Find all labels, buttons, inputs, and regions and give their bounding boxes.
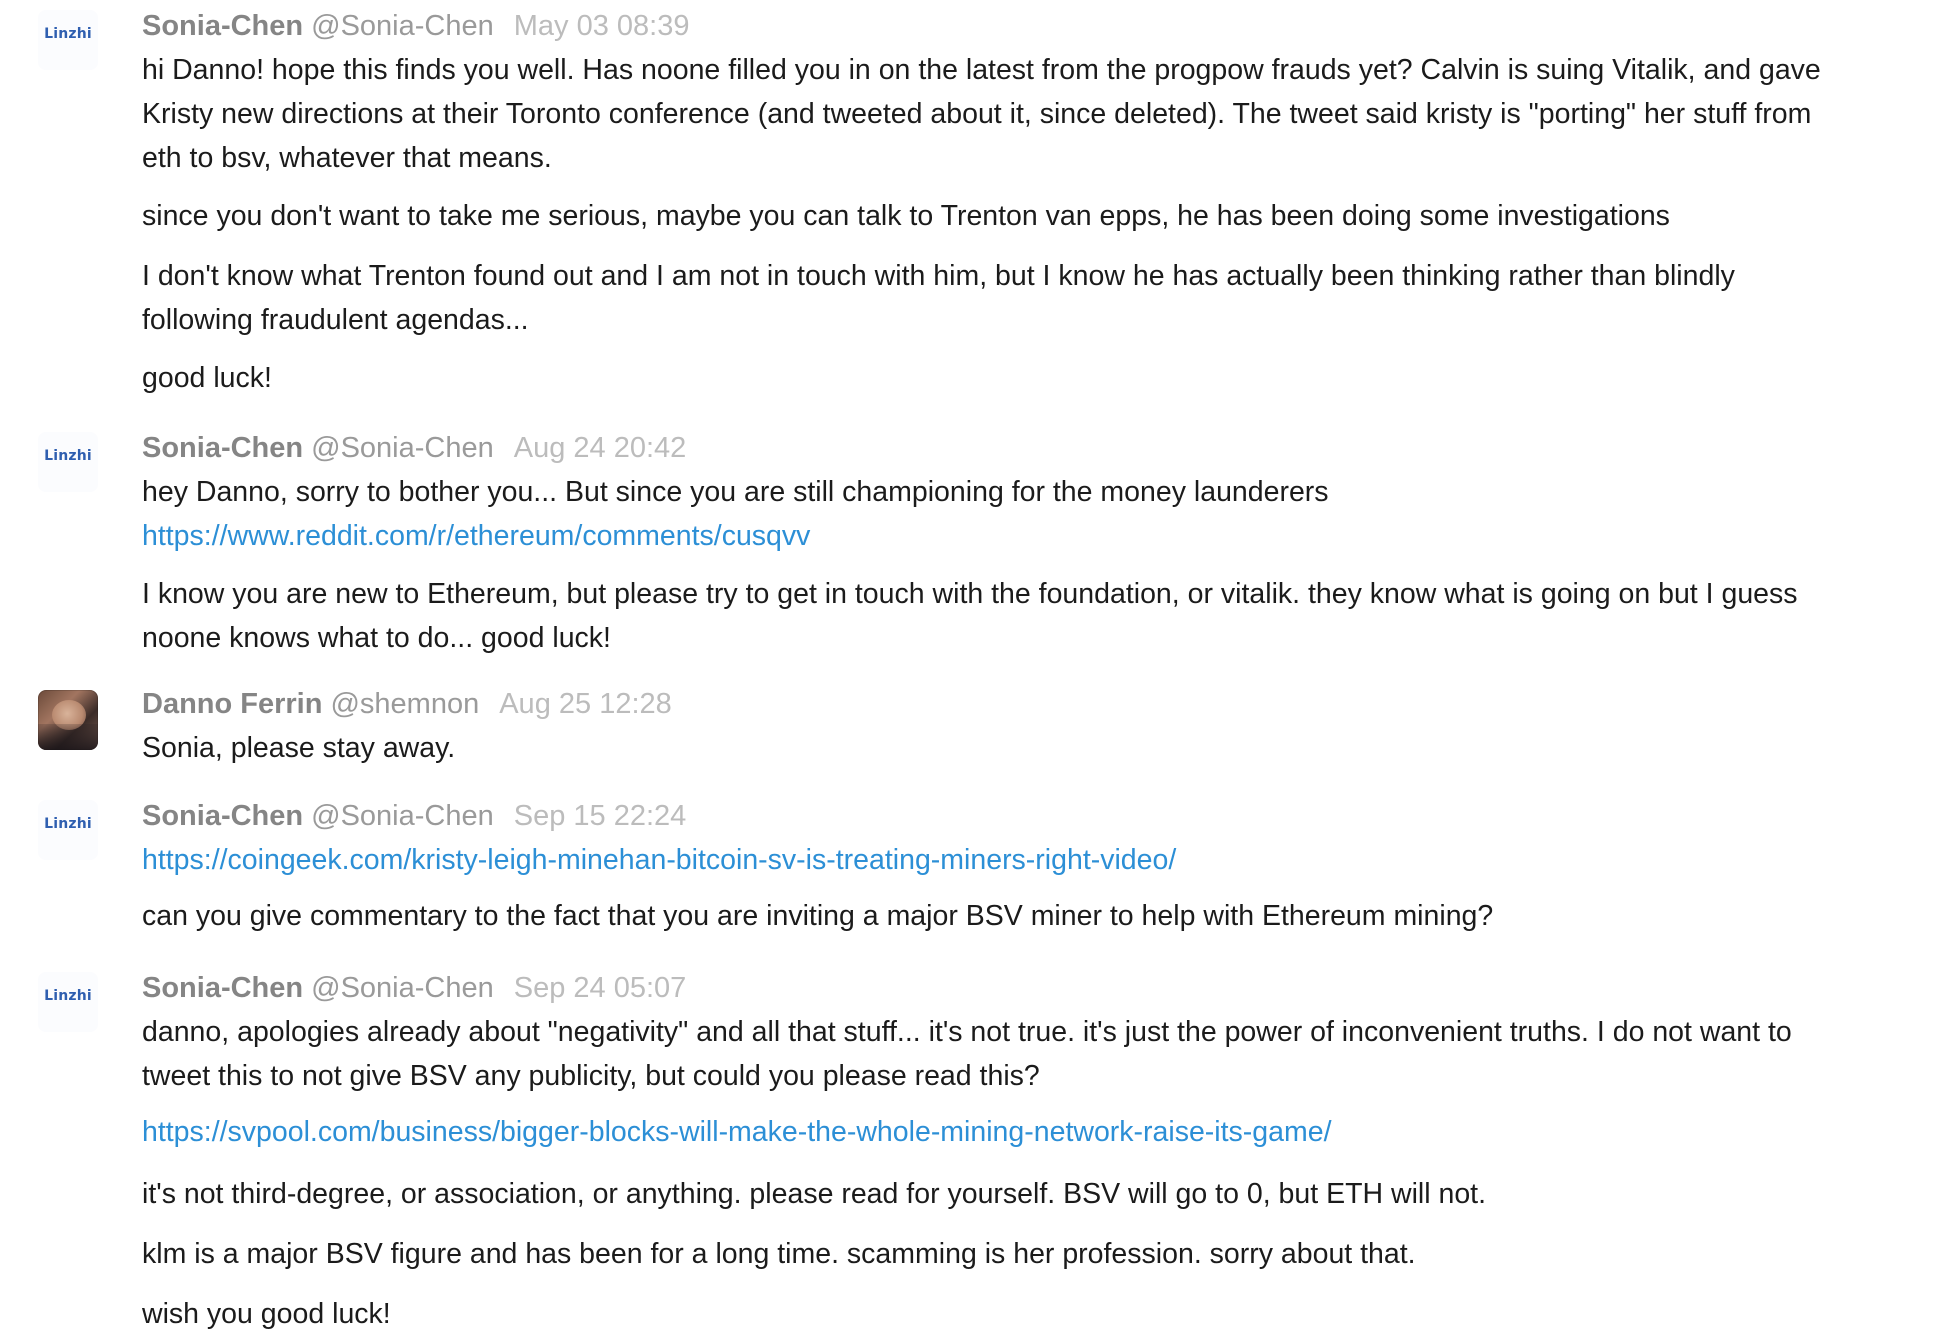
author-handle[interactable]: @shemnon xyxy=(330,688,479,720)
message-text: noone knows what to do... good luck! xyxy=(142,622,611,654)
message-header: Sonia-Chen @Sonia-Chen Sep 15 22:24 xyxy=(142,796,686,836)
author-handle[interactable]: @Sonia-Chen xyxy=(311,10,494,42)
message-text: wish you good luck! xyxy=(142,1298,391,1330)
avatar-logo-text: Linzhi xyxy=(44,26,92,42)
message-text: I don't know what Trenton found out and … xyxy=(142,260,1735,292)
avatar[interactable]: Linzhi xyxy=(38,800,98,860)
message-text: it's not third-degree, or association, o… xyxy=(142,1178,1487,1210)
avatar-logo-text: Linzhi xyxy=(44,448,92,464)
message-text: can you give commentary to the fact that… xyxy=(142,900,1494,932)
avatar[interactable] xyxy=(38,690,98,750)
message-text: klm is a major BSV figure and has been f… xyxy=(142,1238,1416,1270)
message-text: I know you are new to Ethereum, but plea… xyxy=(142,578,1798,610)
avatar[interactable]: Linzhi xyxy=(38,432,98,492)
message-text: Kristy new directions at their Toronto c… xyxy=(142,98,1812,130)
timestamp: Sep 15 22:24 xyxy=(513,800,687,832)
message-header: Sonia-Chen @Sonia-Chen Sep 24 05:07 xyxy=(142,968,686,1008)
timestamp: Sep 24 05:07 xyxy=(513,972,687,1004)
avatar-photo-shade xyxy=(38,724,98,750)
message-link[interactable]: https://www.reddit.com/r/ethereum/commen… xyxy=(142,516,810,556)
message-link[interactable]: https://coingeek.com/kristy-leigh-mineha… xyxy=(142,840,1176,880)
message-header: Sonia-Chen @Sonia-Chen Aug 24 20:42 xyxy=(142,428,686,468)
timestamp: Aug 25 12:28 xyxy=(499,688,672,720)
author-name[interactable]: Sonia-Chen xyxy=(142,432,303,464)
message-text: eth to bsv, whatever that means. xyxy=(142,142,552,174)
avatar[interactable]: Linzhi xyxy=(38,10,98,70)
avatar-logo-text: Linzhi xyxy=(44,988,92,1004)
message-text: hi Danno! hope this finds you well. Has … xyxy=(142,54,1821,86)
author-name[interactable]: Sonia-Chen xyxy=(142,800,303,832)
message-text: Sonia, please stay away. xyxy=(142,732,456,764)
author-name[interactable]: Sonia-Chen xyxy=(142,972,303,1004)
author-handle[interactable]: @Sonia-Chen xyxy=(311,432,494,464)
timestamp: Aug 24 20:42 xyxy=(513,432,687,464)
avatar[interactable]: Linzhi xyxy=(38,972,98,1032)
author-name[interactable]: Danno Ferrin xyxy=(142,688,322,720)
avatar-logo-text: Linzhi xyxy=(44,816,92,832)
message-text: tweet this to not give BSV any publicity… xyxy=(142,1060,1040,1092)
timestamp: May 03 08:39 xyxy=(513,10,690,42)
message-header: Danno Ferrin @shemnon Aug 25 12:28 xyxy=(142,684,672,724)
author-handle[interactable]: @Sonia-Chen xyxy=(311,800,494,832)
message-text: hey Danno, sorry to bother you... But si… xyxy=(142,476,1329,508)
message-text: good luck! xyxy=(142,362,272,394)
author-handle[interactable]: @Sonia-Chen xyxy=(311,972,494,1004)
message-header: Sonia-Chen @Sonia-Chen May 03 08:39 xyxy=(142,6,689,46)
message-link[interactable]: https://svpool.com/business/bigger-block… xyxy=(142,1112,1332,1152)
author-name[interactable]: Sonia-Chen xyxy=(142,10,303,42)
message-text: since you don't want to take me serious,… xyxy=(142,200,1670,232)
message-text: danno, apologies already about "negativi… xyxy=(142,1016,1792,1048)
message-text: following fraudulent agendas... xyxy=(142,304,529,336)
